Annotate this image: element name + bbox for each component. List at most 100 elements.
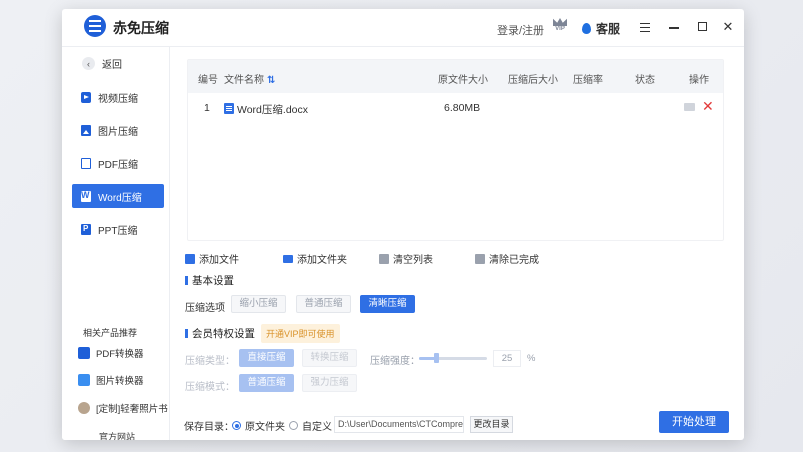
col-size: 原文件大小 — [438, 75, 488, 86]
radio-unchecked-icon — [289, 421, 298, 430]
sidebar-item-label: 视频压缩 — [98, 93, 138, 105]
minimize-icon[interactable] — [667, 20, 681, 34]
add-file-icon — [185, 253, 195, 264]
col-name[interactable]: 文件名称 ⇅ — [224, 71, 275, 86]
option-shrink[interactable]: 缩小压缩 — [231, 295, 286, 313]
image-converter-icon — [78, 374, 90, 386]
col-index: 编号 — [198, 75, 218, 86]
strength-unit: % — [527, 353, 536, 364]
open-vip-badge[interactable]: 开通VIP即可使用 — [261, 324, 340, 343]
row-index: 1 — [204, 102, 210, 114]
back-label: 返回 — [102, 60, 122, 71]
customer-service-button[interactable]: 客服 — [582, 20, 620, 37]
clear-done-label: 清除已完成 — [489, 255, 539, 266]
sidebar-item-pdf[interactable]: PDF压缩 — [72, 151, 164, 175]
add-folder-icon — [283, 254, 293, 263]
option-clear[interactable]: 清晰压缩 — [360, 295, 415, 313]
vip-crown-icon[interactable]: VIP — [552, 18, 568, 36]
basic-settings-title: 基本设置 — [185, 273, 234, 288]
app-window: 赤免压缩 登录/注册 VIP 客服 ✕ ‹ 返回 视频压缩 图片压缩 PDF压缩… — [62, 9, 744, 440]
related-item-label: PDF转换器 — [96, 349, 144, 360]
sort-icon[interactable]: ⇅ — [267, 75, 275, 86]
pdf-converter-icon — [78, 347, 90, 359]
change-dir-button[interactable]: 更改目录 — [470, 416, 513, 433]
filename-text: Word压缩.docx — [237, 104, 308, 116]
sidebar-item-label: 图片压缩 — [98, 126, 138, 138]
pdf-icon — [81, 157, 91, 169]
row-size: 6.80MB — [444, 102, 481, 114]
save-dir-label: 保存目录： — [184, 422, 234, 433]
sidebar-item-ppt[interactable]: PPT压缩 — [72, 217, 164, 241]
clear-done-icon — [475, 253, 485, 264]
radio-original-label: 原文件夹 — [245, 422, 285, 433]
col-compressed-size: 压缩后大小 — [508, 75, 558, 86]
mode-normal[interactable]: 普通压缩 — [239, 374, 294, 392]
row-filename: Word压缩.docx — [224, 102, 308, 117]
radio-checked-icon — [232, 421, 241, 430]
clear-list-button[interactable]: 清空列表 — [379, 251, 433, 266]
table-row[interactable]: 1 Word压缩.docx 6.80MB ✕ — [188, 93, 723, 123]
type-convert[interactable]: 转换压缩 — [302, 349, 357, 367]
clear-list-label: 清空列表 — [393, 255, 433, 266]
close-icon[interactable]: ✕ — [721, 20, 735, 34]
radio-custom-folder[interactable]: 自定义 — [289, 418, 332, 433]
sidebar-item-word[interactable]: Word压缩 — [72, 184, 164, 208]
compress-option-label: 压缩选项 — [185, 303, 225, 314]
image-icon — [81, 124, 91, 136]
related-photo-book[interactable]: [定制]轻奢照片书 — [78, 401, 168, 415]
vip-settings-label: 会员特权设置 — [192, 328, 255, 340]
photo-book-icon — [78, 402, 90, 414]
col-action: 操作 — [689, 75, 709, 86]
maximize-icon[interactable] — [695, 20, 709, 34]
type-direct[interactable]: 直接压缩 — [239, 349, 294, 367]
file-table: 编号 文件名称 ⇅ 原文件大小 压缩后大小 压缩率 状态 操作 1 Word压缩.… — [187, 59, 724, 241]
sidebar-item-image[interactable]: 图片压缩 — [72, 118, 164, 142]
mode-strong[interactable]: 强力压缩 — [302, 374, 357, 392]
menu-icon[interactable] — [638, 20, 652, 34]
sidebar: ‹ 返回 视频压缩 图片压缩 PDF压缩 Word压缩 PPT压缩 相关产品推荐… — [62, 47, 170, 440]
delete-icon[interactable]: ✕ — [702, 99, 714, 113]
clear-list-icon — [379, 253, 389, 264]
folder-icon[interactable] — [684, 103, 695, 111]
word-doc-icon — [224, 103, 234, 114]
related-item-label: [定制]轻奢照片书 — [96, 404, 168, 415]
service-icon — [582, 23, 591, 34]
add-folder-label: 添加文件夹 — [297, 255, 347, 266]
related-pdf-converter[interactable]: PDF转换器 — [78, 346, 144, 360]
vip-settings-title: 会员特权设置 开通VIP即可使用 — [185, 324, 340, 343]
back-button[interactable]: ‹ 返回 — [82, 56, 122, 71]
strength-label: 压缩强度： — [370, 356, 420, 367]
login-register-link[interactable]: 登录/注册 — [497, 22, 544, 38]
video-icon — [81, 91, 91, 103]
app-title: 赤免压缩 — [113, 20, 169, 36]
option-normal[interactable]: 普通压缩 — [296, 295, 351, 313]
sidebar-item-label: Word压缩 — [98, 192, 142, 204]
sidebar-item-video[interactable]: 视频压缩 — [72, 85, 164, 109]
word-icon — [81, 190, 91, 202]
official-website-link[interactable]: 官方网站 — [99, 430, 135, 440]
clear-done-button[interactable]: 清除已完成 — [475, 251, 539, 266]
vip-label: VIP — [555, 26, 565, 32]
save-path-input[interactable]: D:\User\Documents\CTCompress — [334, 416, 464, 433]
related-image-converter[interactable]: 图片转换器 — [78, 373, 144, 387]
related-item-label: 图片转换器 — [96, 376, 144, 387]
col-name-label: 文件名称 — [224, 75, 264, 86]
add-folder-button[interactable]: 添加文件夹 — [283, 251, 347, 266]
section-marker — [185, 329, 188, 338]
related-products-title: 相关产品推荐 — [83, 328, 138, 338]
add-file-button[interactable]: 添加文件 — [185, 251, 239, 266]
radio-original-folder[interactable]: 原文件夹 — [232, 418, 285, 433]
add-file-label: 添加文件 — [199, 255, 239, 266]
sidebar-item-label: PPT压缩 — [98, 225, 138, 237]
chevron-left-icon: ‹ — [82, 57, 95, 70]
strength-input[interactable]: 25 — [493, 350, 521, 367]
ppt-icon — [81, 223, 91, 235]
sidebar-item-label: PDF压缩 — [98, 159, 138, 171]
service-label: 客服 — [596, 22, 621, 36]
compress-type-label: 压缩类型： — [185, 356, 235, 367]
start-button[interactable]: 开始处理 — [659, 411, 729, 433]
col-status: 状态 — [635, 75, 655, 86]
app-logo-icon — [84, 15, 106, 37]
table-header: 编号 文件名称 ⇅ 原文件大小 压缩后大小 压缩率 状态 操作 — [188, 60, 723, 93]
strength-slider-thumb[interactable] — [434, 353, 439, 363]
